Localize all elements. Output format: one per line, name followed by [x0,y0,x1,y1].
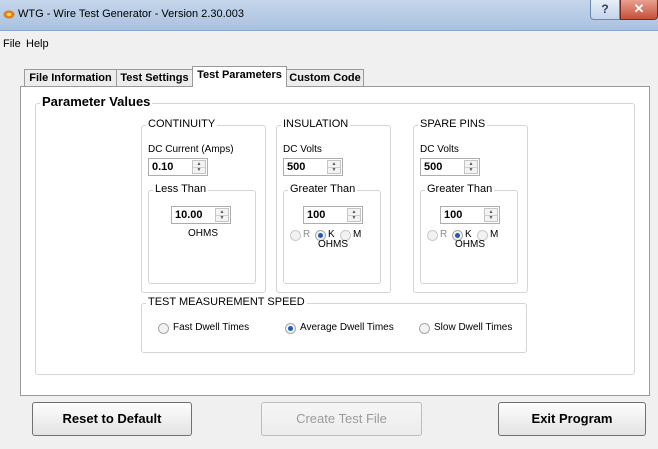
tab-custom-code[interactable]: Custom Code [286,69,364,86]
tab-test-parameters[interactable]: Test Parameters [192,66,287,87]
spin-down-icon[interactable]: ▼ [328,167,340,173]
spare-pins-threshold-value: 100 [444,209,463,221]
spare-pins-dc-spinner[interactable]: ▲ ▼ [464,160,478,174]
continuity-unit: OHMS [188,228,218,239]
app-icon [3,10,15,19]
continuity-dc-input[interactable]: 0.10 ▲ ▼ [148,158,208,176]
insulation-dc-input[interactable]: 500 ▲ ▼ [283,158,343,176]
spin-down-icon[interactable]: ▼ [465,167,477,173]
test-speed-group: TEST MEASUREMENT SPEED Fast Dwell Times … [141,296,527,353]
insulation-greater-than-group: Greater Than 100 ▲ ▼ R K M OHMS [283,183,381,284]
speed-radio-average-label[interactable]: Average Dwell Times [300,322,394,333]
spare-pins-threshold-input[interactable]: 100 ▲ ▼ [440,206,500,224]
parameter-values-group: Parameter Values CONTINUITY DC Current (… [35,94,635,375]
insulation-threshold-value: 100 [307,209,326,221]
window-title: WTG - Wire Test Generator - Version 2.30… [18,8,244,20]
menu-help[interactable]: Help [26,38,49,50]
reset-to-default-button[interactable]: Reset to Default [32,402,192,436]
title-bar: WTG - Wire Test Generator - Version 2.30… [0,0,658,31]
spin-down-icon[interactable]: ▼ [216,215,228,221]
spare-pins-group: SPARE PINS DC Volts 500 ▲ ▼ Greater Than… [413,118,528,293]
spin-down-icon[interactable]: ▼ [348,215,360,221]
insulation-dc-value: 500 [287,161,306,173]
spare-pins-dc-label: DC Volts [420,144,459,155]
insulation-greater-than-title: Greater Than [288,183,358,195]
speed-radio-slow[interactable] [419,323,430,334]
continuity-dc-label: DC Current (Amps) [148,144,234,155]
create-test-file-button[interactable]: Create Test File [261,402,422,436]
continuity-threshold-spinner[interactable]: ▲ ▼ [215,208,229,222]
tab-test-settings[interactable]: Test Settings [116,69,193,86]
insulation-dc-label: DC Volts [283,144,322,155]
tab-file-information[interactable]: File Information [24,69,117,86]
parameter-values-title: Parameter Values [40,94,153,109]
spare-pins-threshold-spinner[interactable]: ▲ ▼ [484,208,498,222]
speed-radio-fast[interactable] [158,323,169,334]
insulation-group: INSULATION DC Volts 500 ▲ ▼ Greater Than… [276,118,391,293]
spare-pins-dc-input[interactable]: 500 ▲ ▼ [420,158,480,176]
speed-radio-average[interactable] [285,323,296,334]
spin-down-icon[interactable]: ▼ [193,167,205,173]
speed-radio-fast-label[interactable]: Fast Dwell Times [173,322,249,333]
spare-pins-greater-than-title: Greater Than [425,183,495,195]
continuity-threshold-input[interactable]: 10.00 ▲ ▼ [171,206,231,224]
continuity-title: CONTINUITY [146,118,218,130]
close-button[interactable]: ✕ [620,0,658,20]
spare-pins-greater-than-group: Greater Than 100 ▲ ▼ R K M OHMS [420,183,518,284]
tab-panel-test-parameters: Parameter Values CONTINUITY DC Current (… [20,86,650,396]
continuity-group: CONTINUITY DC Current (Amps) 0.10 ▲ ▼ Le… [141,118,266,293]
test-speed-title: TEST MEASUREMENT SPEED [146,296,307,308]
continuity-dc-value: 0.10 [152,161,174,173]
insulation-title: INSULATION [281,118,351,130]
continuity-dc-spinner[interactable]: ▲ ▼ [192,160,206,174]
help-button[interactable]: ? [590,0,620,20]
menu-bar: File Help [0,37,658,54]
continuity-less-than-group: Less Than 10.00 ▲ ▼ OHMS [148,183,256,284]
insulation-threshold-spinner[interactable]: ▲ ▼ [347,208,361,222]
app-window: WTG - Wire Test Generator - Version 2.30… [0,0,658,449]
spin-down-icon[interactable]: ▼ [485,215,497,221]
menu-file[interactable]: File [3,38,21,50]
speed-radio-slow-label[interactable]: Slow Dwell Times [434,322,512,333]
tab-control: File Information Test Settings Test Para… [20,66,650,396]
insulation-dc-spinner[interactable]: ▲ ▼ [327,160,341,174]
spare-pins-title: SPARE PINS [418,118,488,130]
spare-pins-dc-value: 500 [424,161,443,173]
insulation-threshold-input[interactable]: 100 ▲ ▼ [303,206,363,224]
exit-program-button[interactable]: Exit Program [498,402,646,436]
continuity-threshold-value: 10.00 [175,209,203,221]
continuity-less-than-title: Less Than [153,183,209,195]
insulation-unit: OHMS [318,239,348,250]
spare-pins-unit: OHMS [455,239,485,250]
